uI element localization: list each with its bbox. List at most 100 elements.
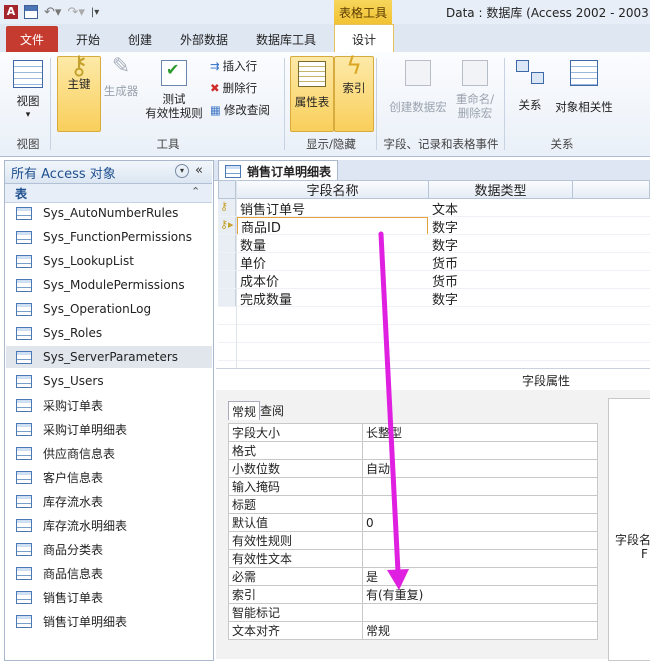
data-type-cell[interactable]: 数字 bbox=[429, 289, 572, 308]
view-dropdown-icon: ▾ bbox=[25, 110, 31, 120]
rename-macro-icon bbox=[462, 60, 488, 86]
customize-qat-icon[interactable]: |▾ bbox=[91, 7, 99, 18]
tab-design[interactable]: 设计 bbox=[334, 24, 394, 54]
indexes-button[interactable]: ϟ 索引 bbox=[334, 54, 374, 132]
undo-icon[interactable]: ↶▾ bbox=[44, 5, 61, 20]
column-header-field-name[interactable]: 字段名称 bbox=[236, 180, 429, 199]
nav-item-table[interactable]: Sys_Roles bbox=[16, 322, 206, 344]
nav-item-table[interactable]: 采购订单表 bbox=[16, 394, 206, 416]
group-label-tools: 工具 bbox=[156, 137, 180, 151]
delete-row-button[interactable]: ✖ 删除行 bbox=[210, 80, 257, 96]
nav-item-table[interactable]: Sys_LookupList bbox=[16, 250, 206, 272]
table-icon bbox=[225, 164, 241, 178]
nav-item-label: Sys_ModulePermissions bbox=[43, 278, 185, 292]
property-name: 小数位数 bbox=[228, 459, 363, 478]
property-sheet-button[interactable]: 属性表 bbox=[290, 56, 334, 132]
nav-item-label: 商品信息表 bbox=[43, 566, 104, 581]
collapse-group-icon[interactable]: ⌃ bbox=[191, 185, 200, 198]
key-icon: ⚷ bbox=[69, 51, 89, 81]
object-dependencies-label: 对象相关性 bbox=[555, 100, 613, 114]
nav-pane-header[interactable]: 所有 Access 对象 ▾ « bbox=[5, 161, 212, 184]
row-selector[interactable] bbox=[218, 253, 236, 271]
insert-row-label: 插入行 bbox=[222, 59, 258, 73]
relationships-button[interactable]: 关系 bbox=[510, 58, 550, 128]
nav-group-tables[interactable]: 表 ⌃ bbox=[5, 184, 212, 203]
insert-row-button[interactable]: ⇉ 插入行 bbox=[210, 58, 257, 74]
property-row: 文本对齐 常规 bbox=[228, 621, 598, 640]
tab-home[interactable]: 开始 bbox=[66, 27, 110, 51]
nav-item-table[interactable]: 库存流水明细表 bbox=[16, 514, 206, 536]
tab-general[interactable]: 常规 bbox=[228, 401, 260, 420]
nav-item-table[interactable]: Sys_ServerParameters bbox=[6, 346, 212, 368]
property-value[interactable]: 常规 bbox=[362, 621, 598, 640]
data-type-cell[interactable]: 货币 bbox=[429, 271, 572, 290]
field-properties-title: 字段属性 bbox=[522, 374, 571, 388]
table-icon bbox=[16, 206, 32, 220]
nav-collapse-icon[interactable]: « bbox=[195, 163, 203, 178]
nav-item-label: 采购订单表 bbox=[43, 398, 104, 413]
delete-row-icon: ✖ bbox=[210, 81, 220, 95]
object-dependencies-button[interactable]: 对象相关性 bbox=[552, 58, 616, 128]
annotation-arrow bbox=[378, 231, 409, 590]
nav-item-label: Sys_Users bbox=[43, 374, 104, 388]
group-label-show-hide: 显示/隐藏 bbox=[306, 137, 356, 151]
table-icon bbox=[16, 398, 32, 412]
property-name: 格式 bbox=[228, 441, 363, 460]
tab-database-tools[interactable]: 数据库工具 bbox=[248, 27, 324, 51]
nav-menu-dropdown-icon[interactable]: ▾ bbox=[175, 164, 189, 178]
create-data-macro-button[interactable]: 创建数据宏 bbox=[384, 58, 452, 128]
tab-external-data[interactable]: 外部数据 bbox=[172, 27, 236, 51]
nav-item-table[interactable]: 商品分类表 bbox=[16, 538, 206, 560]
nav-item-table[interactable]: Sys_OperationLog bbox=[16, 298, 206, 320]
data-type-cell[interactable]: 货币 bbox=[429, 253, 572, 272]
view-label: 视图 bbox=[16, 94, 40, 108]
tab-create[interactable]: 创建 bbox=[118, 27, 162, 51]
builder-button[interactable]: ✎ 生成器 bbox=[100, 56, 142, 128]
data-type-cell[interactable]: 数字 bbox=[429, 235, 572, 254]
nav-item-table[interactable]: 供应商信息表 bbox=[16, 442, 206, 464]
delete-row-label: 删除行 bbox=[222, 81, 258, 95]
row-selector[interactable]: ⚷▸ bbox=[218, 217, 236, 235]
test-validation-button[interactable]: ✔ 测试 有效性规则 bbox=[142, 58, 206, 132]
table-icon bbox=[16, 374, 32, 388]
document-tab[interactable]: 销售订单明细表 bbox=[218, 160, 338, 181]
tab-file[interactable]: 文件 bbox=[6, 26, 58, 52]
nav-item-table[interactable]: 采购订单明细表 bbox=[16, 418, 206, 440]
field-name-cell[interactable]: 销售订单号 bbox=[237, 199, 428, 218]
nav-item-table[interactable]: Sys_AutoNumberRules bbox=[16, 202, 206, 224]
table-icon bbox=[16, 566, 32, 580]
column-header-description[interactable] bbox=[572, 180, 650, 199]
nav-item-table[interactable]: Sys_Users bbox=[16, 370, 206, 392]
group-separator bbox=[504, 58, 505, 150]
relationships-label: 关系 bbox=[518, 98, 542, 112]
row-selector[interactable]: ⚷ bbox=[218, 199, 236, 217]
save-icon[interactable] bbox=[24, 5, 38, 19]
nav-item-table[interactable]: 库存流水表 bbox=[16, 490, 206, 512]
nav-group-label: 表 bbox=[15, 186, 28, 201]
data-type-cell[interactable]: 数字 bbox=[429, 217, 572, 236]
data-type-cell[interactable]: 文本 bbox=[429, 199, 572, 218]
modify-lookup-button[interactable]: ▦ 修改查阅 bbox=[210, 102, 270, 118]
nav-item-table[interactable]: 销售订单表 bbox=[16, 586, 206, 608]
nav-item-table[interactable]: Sys_FunctionPermissions bbox=[16, 226, 206, 248]
primary-key-button[interactable]: ⚷ 主键 bbox=[57, 51, 101, 132]
row-selector[interactable] bbox=[218, 289, 236, 307]
primary-key-label: 主键 bbox=[67, 77, 91, 91]
tab-lookup[interactable]: 查阅 bbox=[258, 401, 286, 419]
rename-delete-macro-button[interactable]: 重命名/ 删除宏 bbox=[452, 58, 498, 132]
group-separator bbox=[50, 58, 51, 150]
nav-item-table[interactable]: 客户信息表 bbox=[16, 466, 206, 488]
column-header-data-type[interactable]: 数据类型 bbox=[428, 180, 573, 199]
redo-icon[interactable]: ↷▾ bbox=[67, 5, 84, 20]
nav-item-label: 采购订单明细表 bbox=[43, 422, 128, 437]
nav-item-table[interactable]: 销售订单明细表 bbox=[16, 610, 206, 632]
help-text: 字段名 bbox=[615, 533, 650, 547]
property-value[interactable] bbox=[362, 603, 598, 622]
row-selector[interactable] bbox=[218, 235, 236, 253]
view-button[interactable]: 视图 ▾ bbox=[8, 58, 48, 128]
nav-item-table[interactable]: 商品信息表 bbox=[16, 562, 206, 584]
nav-item-label: Sys_Roles bbox=[43, 326, 103, 340]
row-selector[interactable] bbox=[218, 271, 236, 289]
nav-item-table[interactable]: Sys_ModulePermissions bbox=[16, 274, 206, 296]
grid-line bbox=[236, 180, 237, 368]
